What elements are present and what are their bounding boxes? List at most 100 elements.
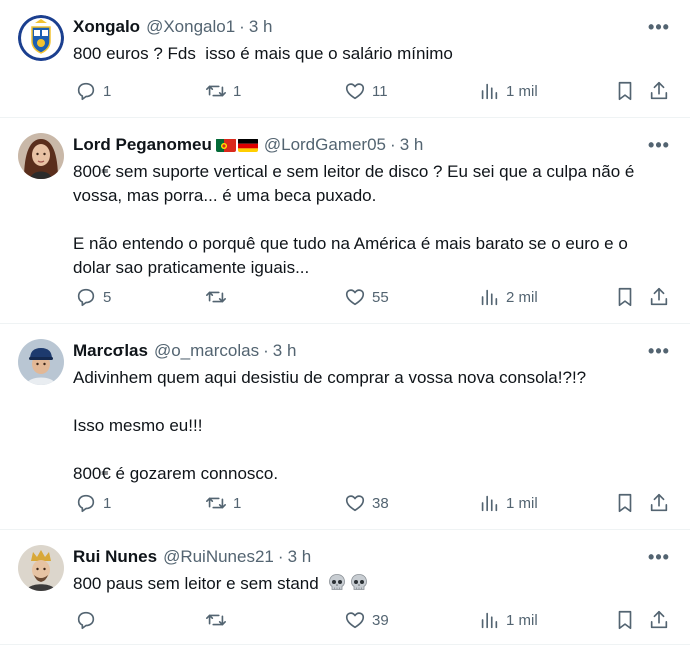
- like-button[interactable]: 55: [344, 285, 389, 309]
- share-button[interactable]: [648, 608, 670, 632]
- reply-count: 5: [103, 288, 112, 306]
- timestamp[interactable]: 3 h: [288, 547, 312, 567]
- more-icon[interactable]: •••: [648, 17, 670, 37]
- timestamp[interactable]: 3 h: [249, 17, 273, 37]
- share-button[interactable]: [648, 491, 670, 515]
- tweet[interactable]: Rui Nunes @RuiNunes21 · 3 h ••• 800 paus…: [0, 530, 690, 645]
- view-count: 1 mil: [506, 611, 538, 629]
- separator-dot: ·: [277, 547, 284, 566]
- retweet-count: 1: [233, 494, 242, 512]
- view-count: 1 mil: [506, 494, 538, 512]
- display-name[interactable]: Marcσlas: [73, 341, 148, 361]
- views-button[interactable]: 2 mil: [478, 285, 538, 309]
- heart-icon: [345, 289, 365, 306]
- reply-icon: [77, 82, 95, 101]
- tweet-text: 800€ sem suporte vertical e sem leitor d…: [73, 160, 670, 280]
- retweet-button[interactable]: [205, 285, 233, 309]
- retweet-button[interactable]: 1: [205, 79, 241, 103]
- skull-emoji-pair: [325, 574, 369, 593]
- view-count: 1 mil: [506, 82, 538, 100]
- share-button[interactable]: [648, 285, 670, 309]
- avatar[interactable]: [18, 133, 64, 179]
- share-icon: [650, 287, 668, 306]
- reply-button[interactable]: [75, 608, 103, 632]
- more-icon[interactable]: •••: [648, 547, 670, 567]
- reply-icon: [77, 494, 95, 513]
- user-handle[interactable]: @Xongalo1: [146, 17, 235, 37]
- action-bar: 5 55 2 mil: [73, 285, 670, 309]
- more-icon[interactable]: •••: [648, 341, 670, 361]
- tweet[interactable]: Marcσlas @o_marcolas · 3 h ••• Adivinhem…: [0, 324, 690, 530]
- bookmark-button[interactable]: [614, 285, 636, 309]
- tweet-paragraph: 800 euros ? Fds isso é mais que o salári…: [73, 44, 453, 63]
- avatar[interactable]: [18, 15, 64, 61]
- tweet-paragraph: 800€ sem suporte vertical e sem leitor d…: [73, 162, 640, 205]
- bookmark-icon: [618, 81, 632, 101]
- action-bar: 39 1 mil: [73, 608, 670, 632]
- views-icon: [481, 612, 498, 629]
- like-count: 55: [372, 288, 389, 306]
- bookmark-button[interactable]: [614, 608, 636, 632]
- action-bar: 1 1 11 1 mil: [73, 79, 670, 103]
- tweet[interactable]: Lord Peganomeu @LordGamer05 · 3 h ••• 80…: [0, 118, 690, 324]
- reply-button[interactable]: 1: [75, 79, 111, 103]
- bookmark-icon: [618, 610, 632, 630]
- heart-icon: [345, 495, 365, 512]
- share-icon: [650, 81, 668, 100]
- flag-emojis: [215, 138, 258, 152]
- tweet-paragraph: 800 paus sem leitor e sem stand: [73, 572, 670, 596]
- timestamp[interactable]: 3 h: [400, 135, 424, 155]
- portugal-flag: [215, 138, 236, 152]
- bookmark-button[interactable]: [614, 79, 636, 103]
- views-button[interactable]: 1 mil: [478, 608, 538, 632]
- avatar[interactable]: [18, 339, 64, 385]
- timestamp[interactable]: 3 h: [273, 341, 297, 361]
- tweet-paragraph: 800€ é gozarem connosco.: [73, 464, 279, 483]
- separator-dot: ·: [239, 17, 245, 36]
- retweet-icon: [206, 497, 226, 509]
- tweet-text: Adivinhem quem aqui desistiu de comprar …: [73, 366, 670, 486]
- reply-button[interactable]: 5: [75, 285, 111, 309]
- like-button[interactable]: 39: [344, 608, 389, 632]
- skull-emoji: [350, 574, 367, 590]
- reply-button[interactable]: 1: [75, 491, 111, 515]
- retweet-button[interactable]: 1: [205, 491, 241, 515]
- tweet-paragraph-text: 800 paus sem leitor e sem stand: [73, 574, 319, 593]
- like-button[interactable]: 11: [344, 79, 388, 103]
- tweet-paragraph: Adivinhem quem aqui desistiu de comprar …: [73, 368, 587, 387]
- views-icon: [481, 495, 498, 512]
- germany-flag: [237, 138, 258, 152]
- retweet-button[interactable]: [205, 608, 233, 632]
- user-handle[interactable]: @o_marcolas: [154, 341, 259, 361]
- like-button[interactable]: 38: [344, 491, 389, 515]
- views-icon: [481, 83, 498, 100]
- avatar[interactable]: [18, 545, 64, 591]
- views-button[interactable]: 1 mil: [478, 79, 538, 103]
- like-count: 39: [372, 611, 389, 629]
- reply-feed: Xongalo @Xongalo1 · 3 h ••• 800 euros ? …: [0, 0, 690, 645]
- tweet-paragraph: E não entendo o porquê que tudo na Améri…: [73, 234, 633, 277]
- tweet[interactable]: Xongalo @Xongalo1 · 3 h ••• 800 euros ? …: [0, 0, 690, 118]
- tweet-text: 800 paus sem leitor e sem stand: [73, 572, 670, 596]
- retweet-icon: [206, 85, 226, 97]
- display-name[interactable]: Lord Peganomeu: [73, 135, 212, 155]
- reply-icon: [77, 611, 95, 630]
- more-icon[interactable]: •••: [648, 135, 670, 155]
- heart-icon: [345, 612, 365, 629]
- skull-emoji: [328, 574, 345, 590]
- like-count: 11: [372, 82, 388, 100]
- heart-icon: [345, 83, 365, 100]
- user-handle[interactable]: @RuiNunes21: [163, 547, 274, 567]
- bookmark-button[interactable]: [614, 491, 636, 515]
- views-button[interactable]: 1 mil: [478, 491, 538, 515]
- share-button[interactable]: [648, 79, 670, 103]
- display-name[interactable]: Xongalo: [73, 17, 140, 37]
- share-icon: [650, 493, 668, 512]
- retweet-count: 1: [233, 82, 242, 100]
- separator-dot: ·: [263, 341, 269, 360]
- display-name[interactable]: Rui Nunes: [73, 547, 157, 567]
- reply-icon: [77, 288, 95, 307]
- user-handle[interactable]: @LordGamer05: [264, 135, 386, 155]
- separator-dot: ·: [390, 135, 396, 154]
- retweet-icon: [206, 614, 226, 626]
